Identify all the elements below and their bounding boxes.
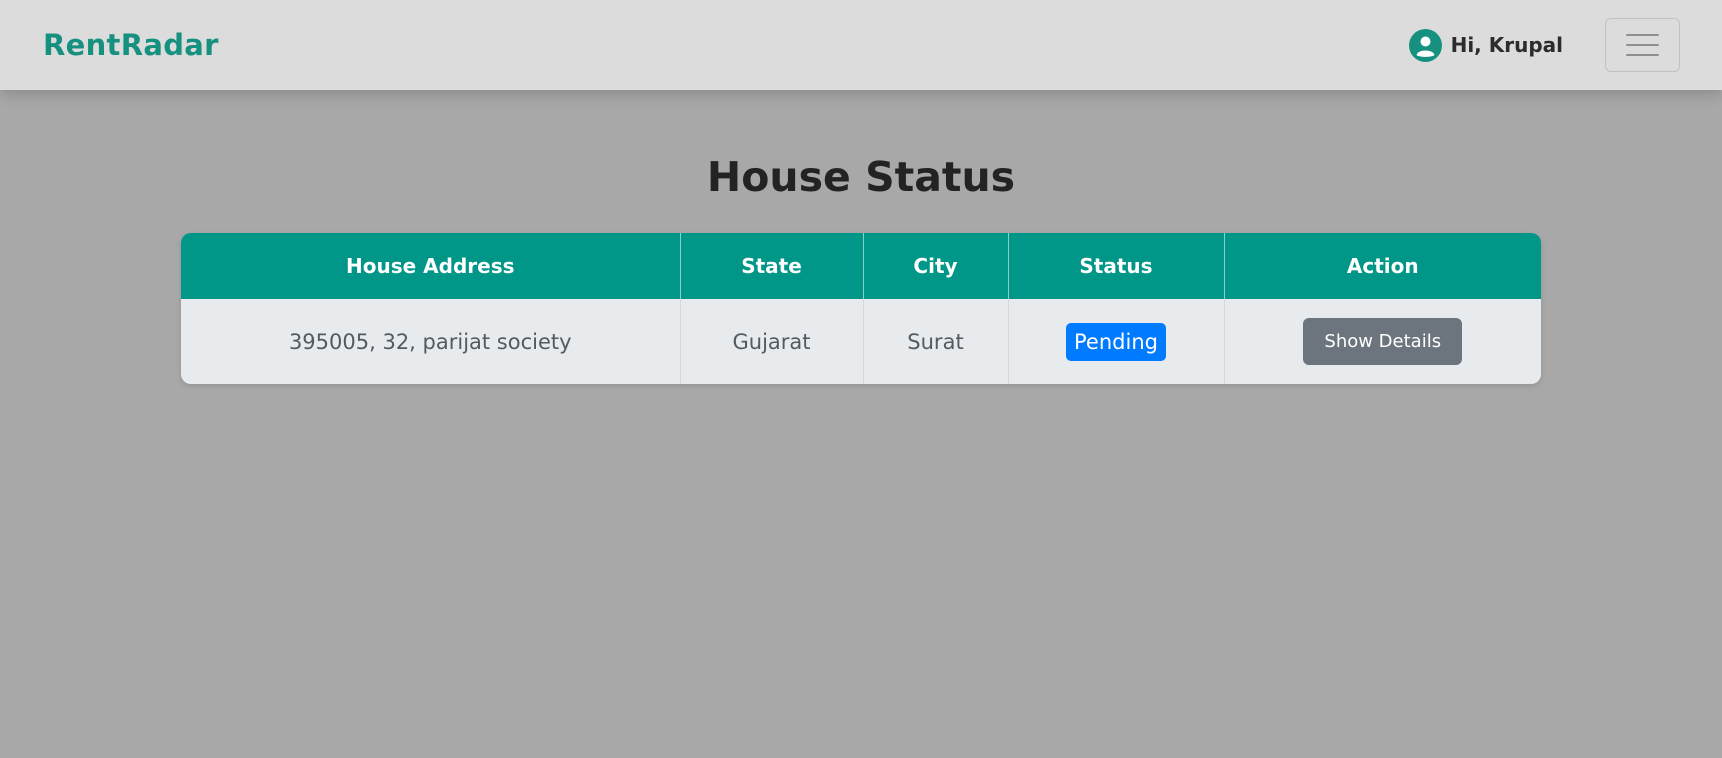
hamburger-icon-bar-3: [1626, 54, 1659, 56]
cell-city: Surat: [863, 299, 1009, 384]
page-title: House Status: [706, 153, 1016, 201]
brand-logo[interactable]: RentRadar: [43, 28, 219, 62]
column-header-status: Status: [1008, 233, 1225, 299]
table-header-row: House Address State City Status Action: [181, 233, 1541, 299]
column-header-address: House Address: [181, 233, 681, 299]
user-greeting: Hi, Krupal: [1450, 33, 1563, 57]
column-header-state: State: [680, 233, 864, 299]
show-details-button[interactable]: Show Details: [1303, 318, 1463, 365]
status-badge: Pending: [1066, 322, 1166, 361]
top-navbar: RentRadar Hi, Krupal: [0, 0, 1722, 90]
cell-state: Gujarat: [680, 299, 864, 384]
house-status-table-wrapper: House Address State City Status Action 3…: [181, 233, 1541, 384]
hamburger-icon-bar-2: [1626, 44, 1659, 46]
cell-status: Pending: [1008, 299, 1225, 384]
nav-right: Hi, Krupal: [1408, 18, 1680, 72]
cell-address: 395005, 32, parijat society: [181, 299, 681, 384]
cell-action: Show Details: [1224, 299, 1541, 384]
hamburger-icon: [1626, 34, 1659, 36]
user-circle-icon: [1408, 28, 1442, 62]
user-menu[interactable]: Hi, Krupal: [1408, 28, 1563, 62]
column-header-city: City: [863, 233, 1009, 299]
house-status-table: House Address State City Status Action 3…: [181, 233, 1541, 384]
menu-toggle-button[interactable]: [1605, 18, 1680, 72]
table-row: 395005, 32, parijat society Gujarat Sura…: [181, 299, 1541, 384]
column-header-action: Action: [1224, 233, 1541, 299]
